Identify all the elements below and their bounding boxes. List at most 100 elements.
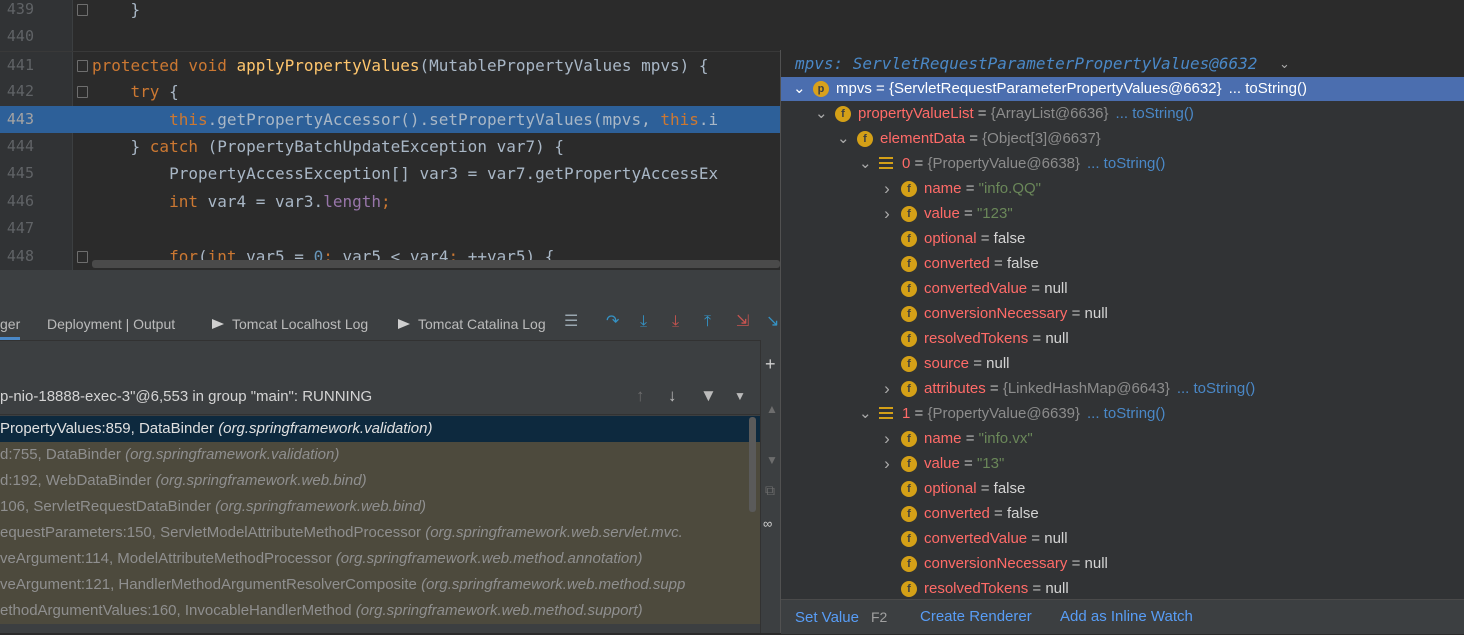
variable-value: null bbox=[1044, 280, 1068, 297]
tree-node[interactable]: f convertedValue = null bbox=[781, 276, 1464, 301]
stack-frame[interactable]: equestParameters:150, ServletModelAttrib… bbox=[0, 520, 760, 546]
code-line[interactable]: 440 bbox=[0, 23, 1464, 50]
filter-icon[interactable]: ▼ bbox=[700, 386, 717, 406]
tree-node[interactable]: f conversionNecessary = null bbox=[781, 551, 1464, 576]
show-execution-point-icon[interactable]: ☰ bbox=[564, 313, 578, 331]
chevron-down-icon[interactable]: ⌄ bbox=[859, 401, 872, 426]
chevron-right-icon[interactable]: › bbox=[881, 376, 893, 401]
equals-sign: = bbox=[1028, 330, 1046, 347]
stack-frame[interactable]: PropertyValues:859, DataBinder (org.spri… bbox=[0, 416, 760, 442]
code-line[interactable]: 439 } bbox=[0, 0, 1464, 23]
tree-node[interactable]: f converted = false bbox=[781, 251, 1464, 276]
stack-frame[interactable]: d:755, DataBinder (org.springframework.v… bbox=[0, 442, 760, 468]
to-string-link[interactable]: ... toString() bbox=[1116, 105, 1194, 122]
glasses-icon[interactable]: ∞ bbox=[763, 516, 772, 531]
tree-node[interactable]: › f value = "13" bbox=[781, 451, 1464, 476]
frames-scrollbar[interactable] bbox=[749, 417, 756, 512]
step-into-icon[interactable]: ⤓ bbox=[640, 313, 647, 331]
chevron-down-icon[interactable]: ⌄ bbox=[1279, 50, 1290, 77]
set-value-link[interactable]: Set Value F2 bbox=[795, 600, 887, 635]
step-out-icon[interactable]: ⤒ bbox=[704, 313, 711, 331]
tree-node[interactable]: ⌄ f elementData = {Object[3]@6637} bbox=[781, 126, 1464, 151]
add-inline-watch-link[interactable]: Add as Inline Watch bbox=[1060, 600, 1193, 634]
tab-debugger[interactable]: ger bbox=[0, 304, 21, 340]
parameter-icon: p bbox=[813, 81, 829, 97]
line-number: 439 bbox=[6, 0, 34, 18]
tree-node[interactable]: f source = null bbox=[781, 351, 1464, 376]
tree-node[interactable]: › f name = "info.vx" bbox=[781, 426, 1464, 451]
tree-node[interactable]: f optional = false bbox=[781, 226, 1464, 251]
stack-frame[interactable]: veArgument:114, ModelAttributeMethodProc… bbox=[0, 546, 760, 572]
variables-tree: ⌄ p mpvs = {ServletRequestParameterPropert… bbox=[781, 77, 1464, 599]
tree-node[interactable]: › f attributes = {LinkedHashMap@6643} ... t… bbox=[781, 376, 1464, 401]
tree-node[interactable]: f conversionNecessary = null bbox=[781, 301, 1464, 326]
node-text: convertedValue = null bbox=[924, 276, 1068, 301]
chevron-right-icon[interactable]: › bbox=[881, 426, 893, 451]
stack-frame[interactable]: d:192, WebDataBinder (org.springframewor… bbox=[0, 468, 760, 494]
tab-tomcat-localhost-log[interactable]: Tomcat Localhost Log bbox=[212, 304, 368, 340]
previous-frame-icon[interactable]: ↑ bbox=[636, 386, 645, 406]
stack-frame[interactable]: 106, ServletRequestDataBinder (org.sprin… bbox=[0, 494, 760, 520]
to-string-link[interactable]: ... toString() bbox=[1087, 155, 1165, 172]
fold-icon[interactable] bbox=[77, 86, 88, 99]
field-icon: f bbox=[901, 431, 917, 447]
add-watch-icon[interactable]: + bbox=[765, 354, 776, 375]
frame-package: (org.springframework.web.bind) bbox=[155, 472, 367, 489]
chevron-down-icon[interactable]: ⌄ bbox=[837, 126, 850, 151]
copy-icon[interactable]: ⧉ bbox=[765, 482, 775, 499]
editor-horizontal-scrollbar[interactable] bbox=[92, 260, 780, 268]
chevron-down-icon[interactable]: ⌄ bbox=[793, 77, 806, 101]
to-string-link[interactable]: ... toString() bbox=[1087, 405, 1165, 422]
field-icon: f bbox=[901, 581, 917, 597]
line-number: 445 bbox=[6, 164, 34, 183]
to-string-link[interactable]: ... toString() bbox=[1229, 80, 1307, 97]
equals-sign: = bbox=[1027, 280, 1045, 297]
chevron-down-icon[interactable]: ▼ bbox=[734, 389, 746, 403]
thread-selector[interactable]: p-nio-18888-exec-3"@6,553 in group "main… bbox=[0, 380, 760, 415]
tab-tomcat-catalina-log[interactable]: Tomcat Catalina Log bbox=[398, 304, 546, 340]
node-text: resolvedTokens = null bbox=[924, 576, 1069, 599]
stack-frame[interactable]: ethodArgumentValues:160, InvocableHandle… bbox=[0, 598, 760, 624]
chevron-down-icon[interactable]: ⌄ bbox=[859, 151, 872, 176]
line-number: 441 bbox=[6, 55, 34, 74]
force-step-into-icon[interactable]: ⤓ bbox=[672, 313, 679, 331]
drop-frame-icon[interactable]: ⇲ bbox=[736, 313, 749, 331]
chevron-down-icon[interactable]: ⌄ bbox=[815, 101, 828, 126]
code-token: catch bbox=[149, 137, 208, 156]
tree-node[interactable]: › f name = "info.QQ" bbox=[781, 176, 1464, 201]
tree-node[interactable]: › f value = "123" bbox=[781, 201, 1464, 226]
tree-node[interactable]: ⌄ p mpvs = {ServletRequestParameterPropert… bbox=[781, 77, 1464, 101]
code-token: ; bbox=[380, 191, 391, 211]
tree-node[interactable]: f optional = false bbox=[781, 476, 1464, 501]
to-string-link[interactable]: ... toString() bbox=[1177, 380, 1255, 397]
tab-debugger-label: ger bbox=[0, 316, 21, 332]
fold-icon[interactable] bbox=[77, 250, 88, 263]
variable-name: conversionNecessary bbox=[924, 555, 1068, 572]
stack-frame[interactable]: veArgument:121, HandlerMethodArgumentRes… bbox=[0, 572, 760, 598]
tree-node[interactable]: f converted = false bbox=[781, 501, 1464, 526]
next-frame-icon[interactable]: ↓ bbox=[668, 386, 677, 406]
debug-tabs: ger Deployment | Output Tomcat Localhost… bbox=[0, 304, 780, 341]
console-icon bbox=[212, 319, 224, 329]
move-down-icon[interactable]: ▼ bbox=[766, 453, 778, 467]
frames-list: PropertyValues:859, DataBinder (org.spri… bbox=[0, 416, 760, 633]
chevron-right-icon[interactable]: › bbox=[881, 176, 893, 201]
tree-node[interactable]: ⌄ 1 = {PropertyValue@6639}... toString() bbox=[781, 401, 1464, 426]
chevron-right-icon[interactable]: › bbox=[881, 201, 893, 226]
tab-deployment-output[interactable]: Deployment | Output bbox=[47, 304, 175, 340]
move-up-icon[interactable]: ▲ bbox=[766, 402, 778, 416]
tree-node[interactable]: f resolvedTokens = null bbox=[781, 326, 1464, 351]
run-to-cursor-icon[interactable]: ↘ bbox=[766, 313, 779, 331]
variable-name: resolvedTokens bbox=[924, 580, 1029, 597]
tree-node[interactable]: ⌄ f propertyValueList = {ArrayList@6636}..… bbox=[781, 101, 1464, 126]
line-number: 447 bbox=[6, 219, 34, 238]
fold-icon[interactable] bbox=[77, 4, 88, 16]
tree-node[interactable]: f resolvedTokens = null bbox=[781, 576, 1464, 599]
step-over-icon[interactable]: ↷ bbox=[606, 313, 619, 331]
tree-node[interactable]: f convertedValue = null bbox=[781, 526, 1464, 551]
fold-icon[interactable] bbox=[77, 59, 88, 72]
line-number: 444 bbox=[6, 137, 34, 155]
tree-node[interactable]: ⌄ 0 = {PropertyValue@6638}... toString() bbox=[781, 151, 1464, 176]
chevron-right-icon[interactable]: › bbox=[881, 451, 893, 476]
create-renderer-link[interactable]: Create Renderer bbox=[920, 600, 1032, 634]
